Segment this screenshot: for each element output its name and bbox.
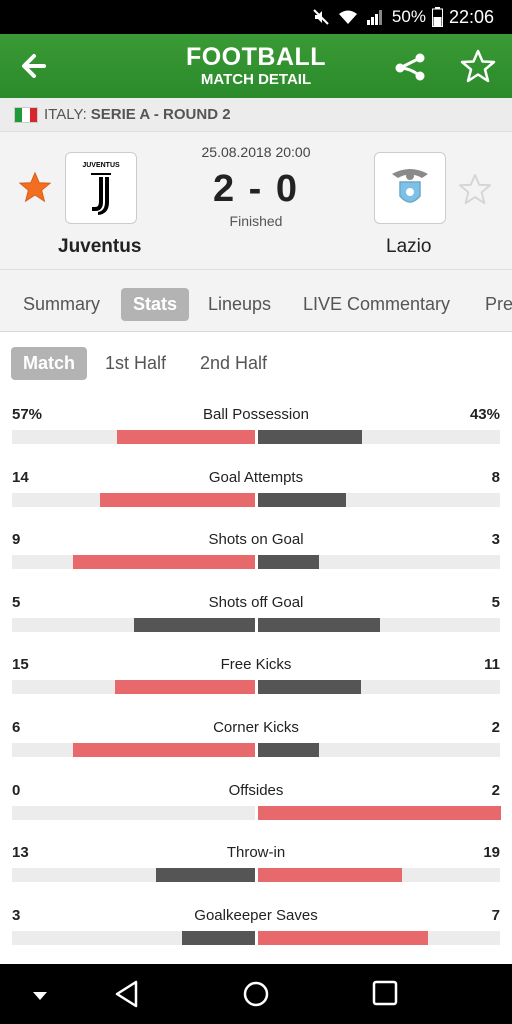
stat-row: 3 Goalkeeper Saves 7 bbox=[0, 901, 512, 963]
mute-icon bbox=[312, 8, 330, 26]
stat-label: Shots off Goal bbox=[208, 593, 304, 611]
stat-home-track bbox=[12, 930, 255, 945]
stat-away-track bbox=[258, 680, 500, 695]
stat-away-track bbox=[258, 743, 500, 757]
stat-row: 9 Shots on Goal 3 bbox=[0, 525, 512, 587]
stat-away-track bbox=[258, 868, 500, 883]
stat-row: 57% Ball Possession 43% bbox=[0, 400, 512, 462]
stat-row: 6 Corner Kicks 2 bbox=[0, 713, 512, 775]
league-bar[interactable]: ITALY: SERIE A - ROUND 2 bbox=[0, 98, 512, 132]
signal-icon bbox=[366, 9, 384, 25]
stat-home-track bbox=[12, 617, 255, 632]
page-title: FOOTBALL bbox=[185, 43, 327, 71]
stat-away-value: 8 bbox=[491, 468, 500, 486]
stat-row: 14 Goal Attempts 8 bbox=[0, 463, 512, 525]
stat-away-track bbox=[258, 430, 500, 444]
subtab-match[interactable]: Match bbox=[11, 347, 88, 380]
wifi-icon bbox=[338, 9, 358, 25]
subtab-1st-half[interactable]: 1st Half bbox=[93, 347, 178, 380]
tab-summary[interactable]: Summary bbox=[11, 288, 112, 321]
back-arrow-icon[interactable] bbox=[18, 50, 50, 82]
stat-away-value: 19 bbox=[483, 844, 500, 862]
stat-label: Corner Kicks bbox=[213, 719, 299, 736]
status-bar: 50% 22:06 bbox=[0, 0, 512, 34]
stat-home-track bbox=[12, 555, 255, 570]
collapse-chevron-icon[interactable] bbox=[32, 988, 48, 1006]
stat-away-bar bbox=[258, 492, 347, 507]
stat-away-bar bbox=[258, 743, 319, 757]
stat-row: 13 Throw-in 19 bbox=[0, 838, 512, 900]
stat-row: 15 Free Kicks 11 bbox=[0, 650, 512, 712]
match-status: Finished bbox=[229, 213, 283, 229]
stat-away-track bbox=[258, 555, 500, 570]
stat-away-bar bbox=[258, 430, 363, 444]
stat-away-track bbox=[258, 617, 500, 632]
stat-home-bar bbox=[133, 617, 255, 632]
stat-home-track bbox=[12, 680, 255, 695]
stat-home-bar bbox=[156, 868, 255, 883]
stat-label: Goal Attempts bbox=[208, 468, 304, 486]
stat-away-value: 11 bbox=[484, 656, 500, 674]
app-header: FOOTBALL MATCH DETAIL bbox=[0, 34, 512, 98]
tab-lineups[interactable]: Lineups bbox=[196, 288, 283, 321]
page-subtitle: MATCH DETAIL bbox=[200, 71, 312, 88]
stat-label: Shots on Goal bbox=[208, 531, 304, 549]
stat-row: 0 Offsides 2 bbox=[0, 776, 512, 838]
stat-away-bar bbox=[258, 868, 403, 883]
stat-away-bar bbox=[258, 617, 380, 632]
stat-away-bar bbox=[258, 555, 319, 570]
stat-home-bar bbox=[114, 680, 255, 695]
stat-home-track bbox=[12, 492, 255, 507]
stat-label: Offsides bbox=[228, 781, 284, 799]
league-competition: SERIE A - ROUND 2 bbox=[90, 106, 231, 123]
battery-icon bbox=[431, 7, 443, 27]
tab-stats[interactable]: Stats bbox=[121, 288, 190, 321]
share-icon[interactable] bbox=[392, 48, 428, 84]
stat-label: Goalkeeper Saves bbox=[194, 906, 318, 924]
stat-home-track bbox=[12, 743, 255, 757]
back-nav-icon[interactable] bbox=[114, 980, 140, 1013]
system-nav-bar bbox=[0, 964, 512, 1024]
league-country: ITALY: bbox=[44, 106, 87, 123]
recents-nav-icon[interactable] bbox=[372, 980, 398, 1011]
italy-flag-icon bbox=[14, 106, 38, 123]
stat-away-track bbox=[258, 492, 500, 507]
stat-home-track bbox=[12, 805, 255, 820]
stat-row: 5 Shots off Goal 5 bbox=[0, 588, 512, 650]
stat-away-bar bbox=[258, 680, 361, 695]
subtab-2nd-half[interactable]: 2nd Half bbox=[188, 347, 279, 380]
stat-home-track bbox=[12, 868, 255, 883]
stat-away-value: 7 bbox=[491, 906, 500, 924]
stat-label: Throw-in bbox=[226, 844, 286, 862]
main-tabs: Summary Stats Lineups LIVE Commentary Pr… bbox=[0, 270, 512, 332]
tab-pre[interactable]: Pre bbox=[473, 288, 512, 321]
stat-away-track bbox=[258, 805, 501, 820]
away-team-name[interactable]: Lazio bbox=[386, 236, 431, 258]
clock: 22:06 bbox=[448, 6, 494, 27]
tab-live-commentary[interactable]: LIVE Commentary bbox=[291, 288, 462, 321]
stat-away-bar bbox=[258, 930, 429, 945]
stat-away-value: 2 bbox=[491, 719, 500, 736]
stat-home-bar bbox=[182, 930, 255, 945]
stat-away-value: 5 bbox=[491, 593, 500, 611]
battery-percent: 50% bbox=[391, 7, 426, 26]
home-team-name[interactable]: Juventus bbox=[58, 236, 141, 258]
stat-home-bar bbox=[72, 743, 255, 757]
stat-away-track bbox=[258, 930, 500, 945]
stat-home-track bbox=[12, 430, 255, 444]
home-nav-icon[interactable] bbox=[242, 980, 270, 1013]
stat-away-value: 43% bbox=[469, 406, 500, 423]
favorite-star-icon[interactable] bbox=[460, 48, 496, 84]
match-score: 2 - 0 bbox=[212, 168, 300, 210]
stat-away-value: 3 bbox=[491, 531, 500, 549]
stat-home-bar bbox=[100, 492, 255, 507]
match-datetime: 25.08.2018 20:00 bbox=[201, 144, 311, 160]
period-tabs: Match 1st Half 2nd Half bbox=[0, 333, 512, 395]
stat-home-bar bbox=[72, 555, 255, 570]
stat-away-bar bbox=[258, 805, 501, 820]
stat-label: Free Kicks bbox=[220, 656, 292, 674]
stat-away-value: 2 bbox=[491, 781, 500, 799]
stat-label: Ball Possession bbox=[203, 406, 309, 423]
stat-home-bar bbox=[116, 430, 255, 444]
